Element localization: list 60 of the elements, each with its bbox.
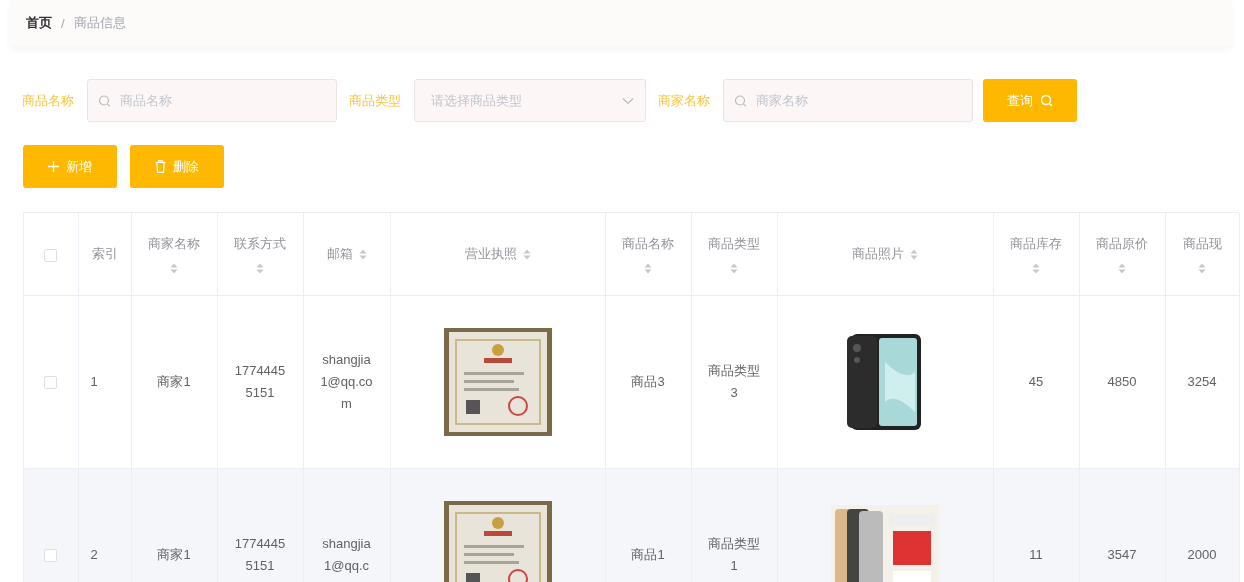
table-cell: 商品类型3	[708, 363, 760, 400]
sort-icon[interactable]	[1198, 262, 1206, 274]
checkbox[interactable]	[44, 248, 58, 262]
column-header: 商品库存	[1010, 234, 1062, 253]
column-header: 营业执照	[464, 245, 517, 263]
table-cell: 4850	[1107, 374, 1137, 389]
column-header: 商家名称	[148, 234, 200, 253]
search-field[interactable]: 商品名称	[87, 79, 337, 122]
breadcrumb-link[interactable]: 首页	[26, 14, 52, 32]
sort-icon[interactable]	[644, 262, 652, 274]
column-header: 联系方式	[234, 234, 286, 253]
sort-icon[interactable]	[910, 248, 918, 260]
breadcrumb-separator: /	[61, 15, 65, 31]
table-cell: 商品3	[631, 374, 665, 389]
sort-icon[interactable]	[1032, 262, 1040, 274]
table-cell: 3547	[1107, 547, 1137, 562]
add-button[interactable]: 新增	[23, 145, 117, 188]
breadcrumb-current: 商品信息	[73, 14, 126, 32]
sort-icon[interactable]	[256, 262, 264, 274]
select-field[interactable]: 请选择商品类型	[414, 79, 646, 122]
search-icon	[1040, 94, 1053, 107]
search-button[interactable]: 查询	[983, 79, 1077, 122]
sort-icon[interactable]	[730, 262, 738, 274]
plus-icon	[48, 161, 59, 172]
filter-label: 商品类型	[349, 91, 401, 110]
checkbox[interactable]	[44, 549, 58, 563]
table-cell: 商家1	[157, 374, 191, 389]
search-icon	[734, 94, 747, 107]
column-header: 邮箱	[326, 245, 353, 263]
table-cell: 11	[1029, 547, 1043, 562]
sort-icon[interactable]	[1118, 262, 1126, 274]
table-cell: 17744455151	[234, 363, 286, 400]
column-header: 商品现	[1182, 234, 1222, 253]
table-cell: 3254	[1187, 374, 1217, 389]
sort-icon[interactable]	[358, 248, 367, 260]
table-cell: shangjia1@qq.c	[322, 536, 371, 573]
filter-label: 商品名称	[22, 91, 74, 110]
checkbox[interactable]	[44, 376, 58, 390]
search-icon	[98, 94, 111, 107]
search-field[interactable]: 商家名称	[723, 79, 973, 122]
table-cell: 1	[90, 374, 98, 389]
column-header: 商品名称	[622, 234, 674, 253]
column-header: 索引	[91, 245, 118, 263]
table-cell: 2	[90, 547, 98, 562]
table-cell: 45	[1028, 374, 1044, 389]
table-cell: shangjia1@qq.com	[320, 352, 373, 411]
column-header: 商品类型	[708, 234, 760, 253]
sort-icon[interactable]	[170, 262, 178, 274]
table-cell: 商品类型1	[708, 536, 760, 573]
delete-button[interactable]: 删除	[130, 145, 224, 188]
filter-label: 商家名称	[658, 91, 710, 110]
trash-icon	[155, 160, 166, 173]
sort-icon[interactable]	[522, 248, 531, 260]
column-header: 商品原价	[1096, 234, 1148, 253]
table-cell: 商家1	[157, 547, 191, 562]
table-cell: 2000	[1187, 547, 1217, 562]
chevron-down-icon	[622, 96, 634, 105]
column-header: 商品照片	[852, 245, 904, 263]
table-cell: 商品1	[631, 547, 665, 562]
table-cell: 17744455151	[234, 536, 286, 573]
